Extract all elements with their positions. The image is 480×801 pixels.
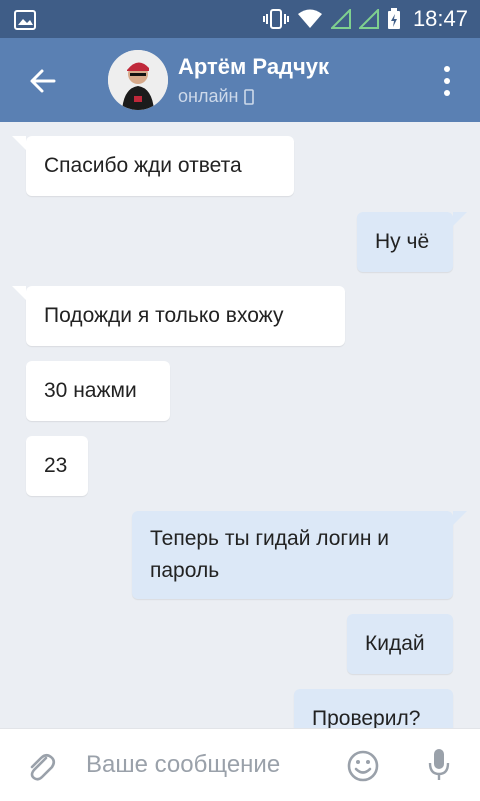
message-text: Ну чё <box>375 230 430 253</box>
avatar-image <box>108 50 168 110</box>
message-input[interactable]: Ваше сообщение <box>86 751 280 779</box>
message-text: Проверил? <box>312 707 421 728</box>
status-icons: 18:47 <box>262 6 468 32</box>
message-text: Подожди я только вхожу <box>44 304 284 327</box>
message-bubble-incoming[interactable]: Спасибо жди ответа <box>12 136 294 196</box>
message-bubble-incoming[interactable]: 30 нажми <box>26 361 170 421</box>
vibrate-icon <box>262 9 289 29</box>
more-vert-icon[interactable] <box>444 66 452 96</box>
gallery-notification-icon <box>14 10 36 30</box>
message-bubble-incoming[interactable]: Подожди я только вхожу <box>12 286 345 346</box>
paperclip-icon[interactable] <box>24 749 58 783</box>
message-bubble-outgoing[interactable]: Ну чё <box>357 212 467 272</box>
message-bubble-outgoing[interactable]: Кидай <box>347 614 453 674</box>
message-text: 30 нажми <box>44 379 137 402</box>
message-text: 23 <box>44 454 68 477</box>
online-status: онлайн <box>178 86 255 107</box>
clock: 18:47 <box>412 6 468 31</box>
message-bubble-outgoing[interactable]: Теперь ты гидай логин и пароль <box>132 511 467 599</box>
microphone-icon[interactable] <box>428 747 450 783</box>
message-text: Кидай <box>365 632 425 655</box>
contact-name[interactable]: Артём Радчук <box>178 54 329 80</box>
message-composer: Ваше сообщение <box>0 728 480 801</box>
message-text: Теперь ты гидай логин и пароль <box>150 527 389 582</box>
message-text: Спасибо жди ответа <box>44 154 242 177</box>
signal-icon-1 <box>330 9 351 29</box>
signal-icon-2 <box>358 9 379 29</box>
chat-header: Артём Радчук онлайн <box>0 38 480 122</box>
status-bar: 18:47 <box>0 0 480 38</box>
message-bubble-incoming[interactable]: 23 <box>26 436 88 496</box>
phone-icon <box>244 88 255 105</box>
message-bubble-outgoing[interactable]: Проверил? <box>294 689 453 728</box>
wifi-icon <box>297 9 322 28</box>
smile-icon[interactable] <box>346 749 380 783</box>
message-list[interactable]: Спасибо жди ответа Ну чё Подожди я тольк… <box>0 122 480 728</box>
avatar[interactable] <box>108 50 168 110</box>
battery-icon <box>387 8 400 29</box>
arrow-left-icon[interactable] <box>26 64 60 98</box>
online-status-label: онлайн <box>178 86 239 106</box>
